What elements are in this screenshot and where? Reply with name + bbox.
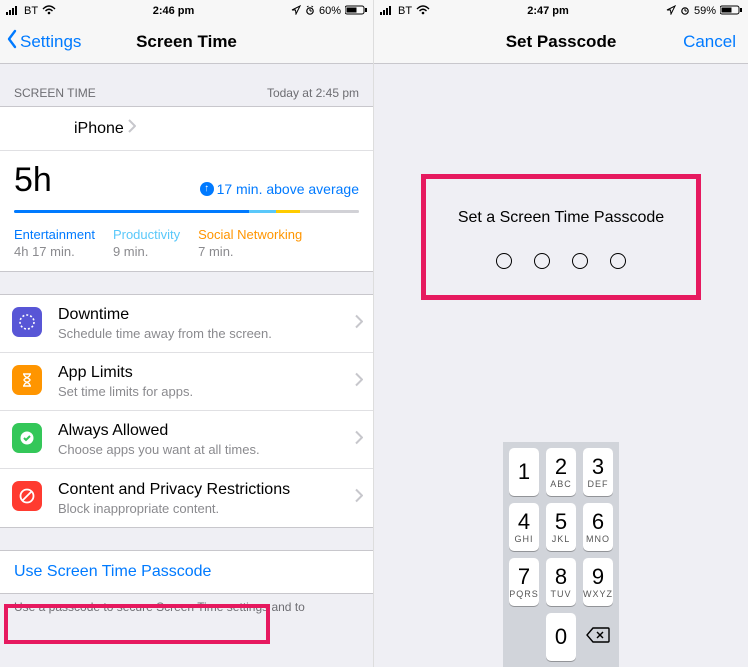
downtime-row[interactable]: DowntimeSchedule time away from the scre…: [0, 295, 373, 353]
back-label: Settings: [20, 32, 81, 52]
key-4[interactable]: 4GHI: [509, 503, 539, 551]
alarm-icon: [680, 5, 690, 18]
location-icon: [666, 5, 676, 18]
passcode-dot: [610, 253, 626, 269]
check-badge-icon: [12, 423, 42, 453]
section-header-right: Today at 2:45 pm: [267, 86, 359, 100]
alarm-icon: [305, 5, 315, 18]
restrictions-row[interactable]: Content and Privacy RestrictionsBlock in…: [0, 469, 373, 527]
passcode-dots: [496, 253, 626, 269]
no-entry-icon: [12, 481, 42, 511]
section-header: SCREEN TIME Today at 2:45 pm: [0, 64, 373, 106]
nav-bar: Set Passcode Cancel: [374, 20, 748, 64]
total-hours: 5h: [14, 161, 52, 200]
chevron-right-icon: [355, 372, 363, 391]
nav-bar: Settings Screen Time: [0, 20, 373, 64]
key-6[interactable]: 6MNO: [583, 503, 613, 551]
key-1[interactable]: 1: [509, 448, 539, 496]
passcode-dot: [496, 253, 512, 269]
passcode-area: Set a Screen Time Passcode 1 2ABC 3DEF 4…: [374, 64, 748, 667]
usage-block: iPhone 5h ↑ 17 min. above average Entert…: [0, 106, 373, 272]
feature-list: DowntimeSchedule time away from the scre…: [0, 294, 373, 528]
passcode-dot: [534, 253, 550, 269]
signal-icon: [6, 5, 20, 18]
always-allowed-row[interactable]: Always AllowedChoose apps you want at al…: [0, 411, 373, 469]
passcode-dot: [572, 253, 588, 269]
cat-value: 9 min.: [113, 244, 180, 259]
downtime-icon: [12, 307, 42, 337]
wifi-icon: [416, 5, 430, 18]
battery-icon: [720, 5, 742, 18]
carrier-label: BT: [24, 5, 38, 17]
usage-bar: [14, 210, 359, 213]
cat-value: 7 min.: [198, 244, 302, 259]
cat-value: 4h 17 min.: [14, 244, 95, 259]
use-passcode-button[interactable]: Use Screen Time Passcode: [0, 551, 373, 593]
status-bar: BT 2:47 pm 59%: [374, 0, 748, 20]
category-breakdown: Entertainment 4h 17 min. Productivity 9 mi…: [0, 221, 373, 271]
backspace-icon: [585, 626, 611, 649]
signal-icon: [380, 5, 394, 18]
wifi-icon: [42, 5, 56, 18]
key-9[interactable]: 9WXYZ: [583, 558, 613, 606]
clock: 2:46 pm: [153, 5, 195, 17]
key-blank: [509, 613, 539, 661]
delta-label: ↑ 17 min. above average: [200, 181, 359, 197]
chevron-right-icon: [128, 120, 136, 137]
location-icon: [291, 5, 301, 18]
app-limits-row[interactable]: App LimitsSet time limits for apps.: [0, 353, 373, 411]
numeric-keypad: 1 2ABC 3DEF 4GHI 5JKL 6MNO 7PQRS 8TUV 9W…: [503, 442, 619, 667]
cat-label: Entertainment: [14, 227, 95, 242]
device-row[interactable]: iPhone: [0, 107, 373, 151]
cancel-button[interactable]: Cancel: [683, 20, 736, 63]
battery-percent: 60%: [319, 5, 341, 17]
up-arrow-icon: ↑: [200, 182, 214, 196]
battery-icon: [345, 5, 367, 18]
section-header-left: SCREEN TIME: [14, 86, 96, 100]
key-7[interactable]: 7PQRS: [509, 558, 539, 606]
back-button[interactable]: Settings: [6, 20, 81, 63]
footer-note: Use a passcode to secure Screen Time set…: [0, 594, 373, 614]
passcode-link-group: Use Screen Time Passcode: [0, 550, 373, 594]
chevron-right-icon: [355, 489, 363, 508]
key-2[interactable]: 2ABC: [546, 448, 576, 496]
battery-percent: 59%: [694, 5, 716, 17]
screen-time-screen: BT 2:46 pm 60% Settings Screen Time SCRE…: [0, 0, 374, 667]
key-5[interactable]: 5JKL: [546, 503, 576, 551]
page-title: Screen Time: [136, 32, 237, 52]
clock: 2:47 pm: [527, 5, 569, 17]
chevron-left-icon: [6, 29, 18, 54]
key-delete[interactable]: [583, 613, 613, 661]
status-bar: BT 2:46 pm 60%: [0, 0, 373, 20]
key-8[interactable]: 8TUV: [546, 558, 576, 606]
page-title: Set Passcode: [506, 32, 617, 52]
highlight-box: Set a Screen Time Passcode: [421, 174, 701, 300]
hourglass-icon: [12, 365, 42, 395]
set-passcode-screen: BT 2:47 pm 59% Set Passcode Cancel Set a…: [374, 0, 748, 667]
carrier-label: BT: [398, 5, 412, 17]
device-name: iPhone: [74, 120, 124, 137]
chevron-right-icon: [355, 314, 363, 333]
chevron-right-icon: [355, 430, 363, 449]
key-0[interactable]: 0: [546, 613, 576, 661]
cat-label: Social Networking: [198, 227, 302, 242]
passcode-prompt: Set a Screen Time Passcode: [458, 209, 664, 227]
cat-label: Productivity: [113, 227, 180, 242]
key-3[interactable]: 3DEF: [583, 448, 613, 496]
